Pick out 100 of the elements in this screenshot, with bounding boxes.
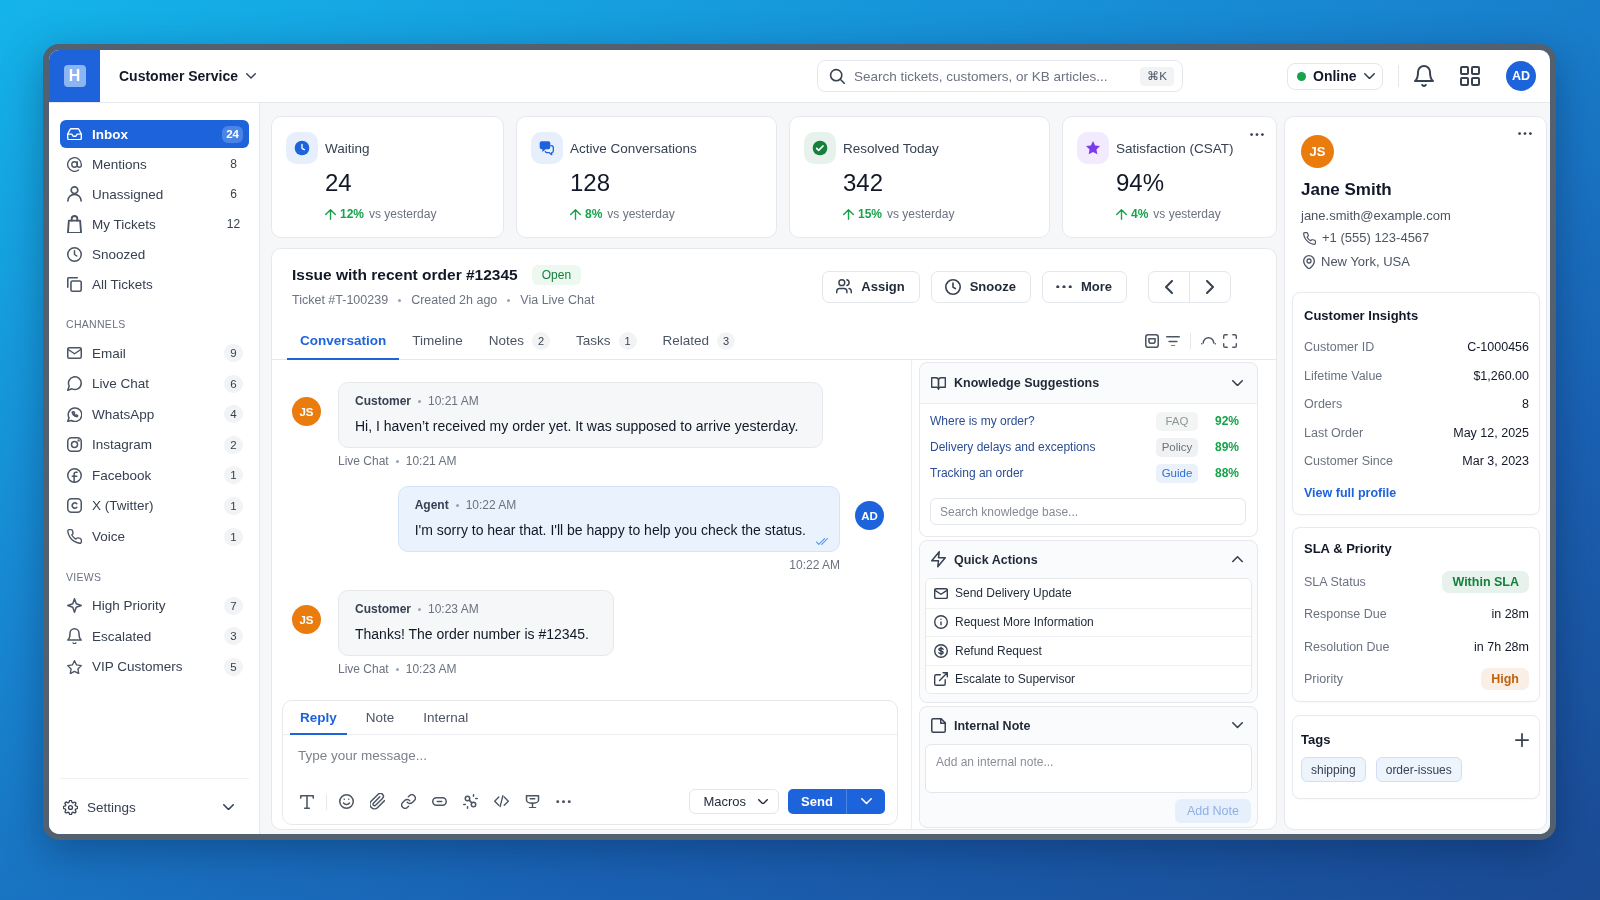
nav-item[interactable]: WhatsApp 4: [60, 400, 249, 429]
text-format-icon[interactable]: [300, 794, 314, 809]
stat-title: Waiting: [325, 139, 371, 158]
previous-button[interactable]: [1148, 270, 1190, 303]
code-icon[interactable]: [494, 795, 509, 808]
stat-value: 342: [843, 169, 885, 197]
separator-dot-icon: [395, 459, 399, 463]
tab[interactable]: Timeline: [399, 323, 476, 360]
count-badge: 1: [224, 527, 243, 546]
more-button[interactable]: More: [1041, 270, 1127, 303]
quick-action[interactable]: Escalate to Supervisor: [926, 664, 1251, 693]
arrow-up-icon: [325, 208, 336, 220]
arrow-up-icon: [570, 208, 581, 220]
more-icon[interactable]: [556, 799, 571, 804]
ticket-title: Issue with recent order #12345: [292, 266, 518, 284]
article-link[interactable]: Tracking an order: [930, 466, 1024, 480]
field-value: 8: [1522, 397, 1529, 412]
nav-item[interactable]: VIP Customers 5: [60, 652, 249, 681]
nav-item[interactable]: My Tickets 12: [60, 210, 249, 238]
article-link[interactable]: Delivery delays and exceptions: [930, 440, 1096, 454]
tag-chip[interactable]: order-issues: [1375, 757, 1462, 783]
stat-change: 8%: [585, 206, 603, 223]
chevron-down-icon[interactable]: [1232, 379, 1243, 387]
tab[interactable]: Related 3: [649, 323, 749, 360]
clock-icon: [944, 278, 961, 295]
plus-icon[interactable]: [1515, 733, 1529, 748]
snooze-button[interactable]: Snooze: [930, 270, 1031, 303]
nav-item[interactable]: Escalated 3: [60, 622, 249, 651]
bell-icon[interactable]: [1414, 65, 1434, 87]
arc-icon[interactable]: [1201, 337, 1216, 345]
view-profile-link[interactable]: View full profile: [1304, 484, 1397, 502]
user-avatar[interactable]: AD: [1506, 61, 1536, 91]
nodes-icon[interactable]: [463, 794, 478, 809]
field-label: Priority: [1304, 672, 1343, 687]
count-badge: 4: [224, 405, 243, 424]
nav-item[interactable]: High Priority 7: [60, 591, 249, 620]
sparkle-icon: [67, 598, 82, 614]
send-button[interactable]: Send: [788, 789, 846, 814]
message-time: 10:21 AM: [428, 393, 479, 409]
search-field[interactable]: Search knowledge base...: [930, 498, 1246, 525]
tag-chip[interactable]: shipping: [1301, 757, 1366, 783]
composer-tab[interactable]: Reply: [290, 701, 347, 735]
article-link[interactable]: Where is my order?: [930, 414, 1035, 428]
section-heading: CHANNELS: [65, 317, 127, 332]
reply-composer[interactable]: Reply Note Internal Type your message... Macros Send: [282, 700, 898, 825]
assign-button[interactable]: Assign: [822, 270, 920, 303]
grid-icon[interactable]: [1460, 66, 1480, 86]
bell-icon: [67, 627, 82, 645]
filter-icon[interactable]: [1166, 335, 1180, 347]
attachment-icon[interactable]: [370, 793, 385, 810]
nav-item[interactable]: X (Twitter) 1: [60, 491, 249, 520]
lightning-icon: [931, 551, 946, 568]
link-icon[interactable]: [401, 794, 416, 809]
composer-tab[interactable]: Note: [355, 701, 405, 735]
nav-item[interactable]: Mentions 8: [60, 150, 249, 178]
count-badge: 1: [224, 496, 243, 515]
more-icon[interactable]: [1250, 133, 1264, 137]
tab[interactable]: Conversation: [287, 323, 400, 360]
chevron-down-icon[interactable]: [1232, 722, 1243, 729]
expand-icon[interactable]: [1223, 334, 1237, 348]
nav-item[interactable]: Instagram 2: [60, 430, 249, 459]
match-score: 92%: [1213, 414, 1240, 428]
at-sign-icon: [67, 156, 82, 172]
panel-icon[interactable]: [1145, 334, 1159, 348]
nav-item[interactable]: Facebook 1: [60, 461, 249, 490]
next-button[interactable]: [1189, 270, 1231, 303]
tab[interactable]: Tasks 1: [563, 323, 650, 360]
nav-item[interactable]: Inbox 24: [60, 120, 249, 148]
settings-button[interactable]: Settings: [60, 793, 249, 821]
ticket-meta: Created 2h ago: [411, 292, 498, 308]
search-field[interactable]: Search tickets, customers, or KB articles... ⌘K: [817, 60, 1183, 92]
more-icon[interactable]: [1518, 132, 1532, 136]
emoji-icon[interactable]: [339, 794, 354, 809]
nav-item[interactable]: Email 9: [60, 339, 249, 367]
nav-item[interactable]: All Tickets: [60, 270, 249, 298]
status-dropdown[interactable]: Online: [1287, 62, 1383, 90]
match-score: 88%: [1213, 466, 1240, 480]
cup-icon[interactable]: [525, 794, 540, 809]
nav-item[interactable]: Live Chat 6: [60, 369, 249, 398]
tab[interactable]: Notes 2: [475, 323, 564, 360]
item-count: 12: [225, 217, 242, 231]
chevron-up-icon[interactable]: [1232, 556, 1243, 563]
macros-dropdown[interactable]: Macros: [689, 789, 779, 814]
send-options-button[interactable]: [846, 789, 885, 814]
letter-f-icon: [67, 467, 82, 483]
composer-tab[interactable]: Internal: [413, 701, 479, 735]
nav-item[interactable]: Snoozed: [60, 240, 249, 268]
capsule-icon[interactable]: [432, 797, 447, 806]
nav-item[interactable]: Unassigned 6: [60, 180, 249, 208]
note-input[interactable]: Add an internal note...: [925, 744, 1252, 793]
status-badge: Open: [531, 265, 582, 285]
search-input[interactable]: Search tickets, customers, or KB articles...: [854, 68, 1132, 84]
customer-email: jane.smith@example.com: [1301, 207, 1452, 225]
phone-bubble-icon: [67, 406, 82, 422]
stat-title: Satisfaction (CSAT): [1116, 139, 1235, 158]
workspace-switcher[interactable]: Customer Service: [119, 61, 257, 91]
nav-item[interactable]: Voice 1: [60, 522, 249, 551]
ticket-meta: Via Live Chat: [520, 292, 595, 308]
separator-dot-icon: [507, 298, 511, 302]
ticket-meta: Ticket #T-100239: [292, 292, 389, 308]
